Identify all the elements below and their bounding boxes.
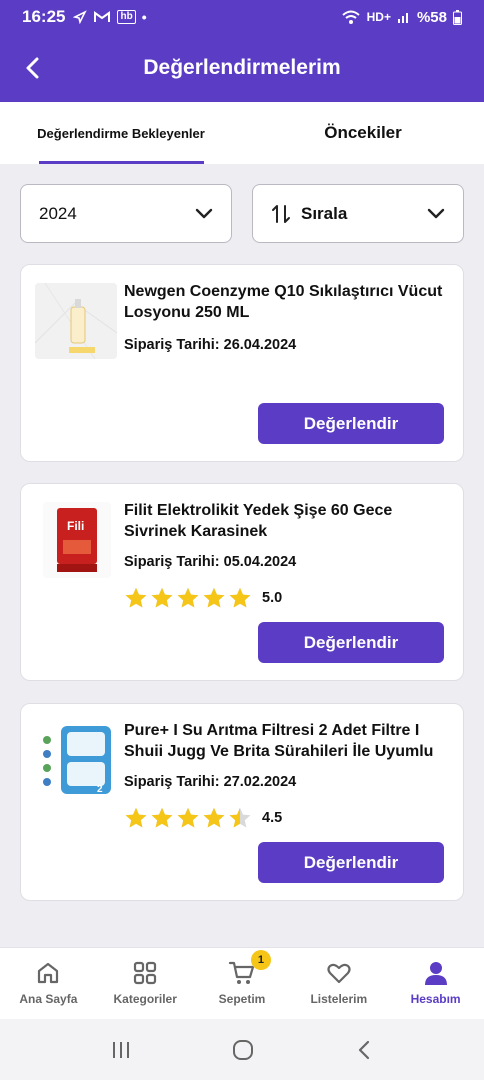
cart-badge: 1 <box>250 950 271 970</box>
rating-value: 4.5 <box>262 810 283 826</box>
star-icon <box>151 587 173 608</box>
order-date: Sipariş Tarihi: 26.04.2024 <box>124 337 297 353</box>
review-card: Fili Filit Elektrolikit Yedek Şişe 60 Ge… <box>20 483 464 681</box>
chevron-down-icon <box>195 208 213 218</box>
star-icon <box>125 807 147 828</box>
location-icon <box>73 10 88 24</box>
status-time: 16:25 <box>22 7 66 26</box>
back-nav-icon[interactable] <box>354 1039 374 1061</box>
nav-label: Ana Sayfa <box>19 992 78 1006</box>
tab-label: Değerlendirme Bekleyenler <box>37 125 205 141</box>
star-icon <box>125 587 147 608</box>
product-image: Fili <box>43 502 111 578</box>
network-type: HD+ <box>366 10 391 24</box>
signal-icon <box>397 13 408 23</box>
svg-text:2: 2 <box>97 784 103 795</box>
order-date: Sipariş Tarihi: 05.04.2024 <box>124 554 297 570</box>
bottom-navigation: Ana Sayfa Kategoriler 1 Sepetim Listeler… <box>0 947 484 1019</box>
star-icon <box>177 807 199 828</box>
grid-icon <box>134 961 157 985</box>
sort-icon <box>271 203 291 225</box>
nav-label: Sepetim <box>218 992 266 1006</box>
battery-level: %58 <box>416 8 447 26</box>
order-date: Sipariş Tarihi: 27.02.2024 <box>124 774 297 790</box>
product-name: Newgen Coenzyme Q10 Sıkılaştırıcı Vücut … <box>124 283 443 321</box>
back-button[interactable] <box>14 50 50 86</box>
star-icon <box>229 587 251 608</box>
star-icon <box>203 587 225 608</box>
year-select[interactable]: 2024 <box>20 184 232 243</box>
tab-bar: Değerlendirme Bekleyenler Öncekiler <box>0 102 484 164</box>
review-card: Newgen Coenzyme Q10 Sıkılaştırıcı Vücut … <box>20 264 464 462</box>
active-tab-indicator <box>39 161 204 164</box>
product-image <box>35 283 117 359</box>
nav-cart[interactable]: 1 Sepetim <box>194 948 291 1019</box>
status-left-icons: hb • <box>73 9 147 25</box>
review-card: 2 Pure+ I Su Arıtma Filtresi 2 Adet Filt… <box>20 703 464 901</box>
wifi-icon <box>341 10 360 24</box>
page-title: Değerlendirmelerim <box>143 56 341 79</box>
battery-icon <box>453 9 462 25</box>
review-button[interactable]: Değerlendir <box>258 842 444 883</box>
rating: 5.0 <box>124 586 282 610</box>
review-button[interactable]: Değerlendir <box>258 622 444 663</box>
tab-label: Öncekiler <box>324 123 402 142</box>
recent-apps-icon[interactable] <box>110 1039 132 1061</box>
nav-lists[interactable]: Listelerim <box>290 948 387 1019</box>
tab-pending-reviews[interactable]: Değerlendirme Bekleyenler <box>0 102 242 164</box>
star-half-icon <box>229 807 251 828</box>
hb-icon: hb <box>117 10 136 24</box>
heart-icon <box>327 963 351 984</box>
status-right-icons: HD+ %58 <box>341 9 462 26</box>
chevron-down-icon <box>427 208 445 218</box>
sort-select[interactable]: Sırala <box>252 184 464 243</box>
gmail-icon <box>94 11 111 22</box>
product-name: Pure+ I Su Arıtma Filtresi 2 Adet Filtre… <box>124 722 434 760</box>
review-button[interactable]: Değerlendir <box>258 403 444 444</box>
user-icon <box>424 962 447 985</box>
home-icon <box>38 962 59 984</box>
home-button-icon[interactable] <box>231 1038 255 1062</box>
rating-value: 5.0 <box>262 590 283 606</box>
nav-account[interactable]: Hesabım <box>387 948 484 1019</box>
product-image: 2 <box>39 722 115 798</box>
star-icon <box>177 587 199 608</box>
nav-categories[interactable]: Kategoriler <box>97 948 194 1019</box>
nav-home[interactable]: Ana Sayfa <box>0 948 97 1019</box>
app-header: Değerlendirmelerim <box>0 34 484 102</box>
nav-label: Hesabım <box>410 992 461 1006</box>
tab-previous-reviews[interactable]: Öncekiler <box>242 102 484 164</box>
notification-dot: • <box>141 9 147 25</box>
nav-label: Listelerim <box>310 992 368 1006</box>
star-icon <box>203 807 225 828</box>
nav-label: Kategoriler <box>113 992 177 1006</box>
star-icon <box>151 807 173 828</box>
sort-label: Sırala <box>301 203 348 223</box>
status-bar: 16:25 hb • HD+ %58 <box>0 0 484 34</box>
year-value: 2024 <box>39 203 77 223</box>
rating: 4.5 <box>124 806 282 830</box>
svg-text:Fili: Fili <box>67 519 84 533</box>
product-name: Filit Elektrolikit Yedek Şişe 60 Gece Si… <box>124 502 393 540</box>
chevron-left-icon <box>26 57 39 79</box>
system-navigation-bar <box>0 1019 484 1080</box>
